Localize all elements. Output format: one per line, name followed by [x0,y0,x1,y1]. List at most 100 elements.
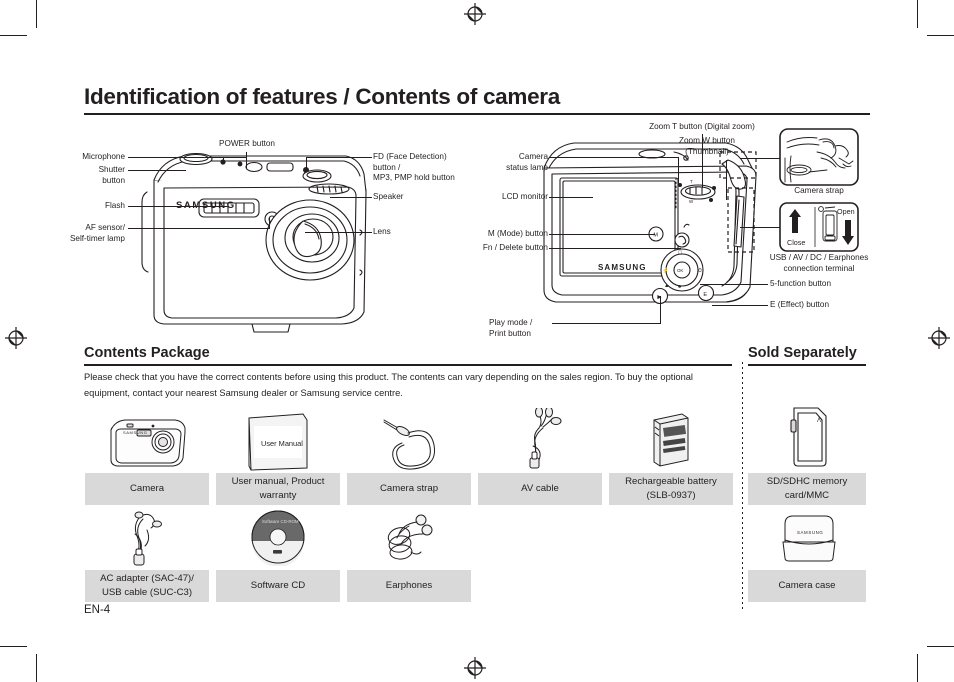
label-shutter-button: Shutter button [98,165,125,185]
picture-software-cd: Software CD-ROM [249,508,307,566]
svg-text:SAMSUNG: SAMSUNG [123,430,147,435]
crop-mark-bottom-right-h [927,646,954,648]
caption-rechargeable-battery: Rechargeable battery (SLB-0937) [609,473,733,505]
label-fn-delete-button: Fn / Delete button [482,243,548,252]
leader-fd-button [306,157,372,158]
picture-camera-case: SAMSUNG [779,512,839,564]
camera-case-icon: SAMSUNG [782,515,836,562]
sold-separately-underline [748,364,866,366]
picture-rechargeable-battery [648,410,692,472]
svg-text:⚡: ⚡ [662,267,669,274]
crop-mark-top-left-v [36,0,38,28]
leader-effect [712,305,768,306]
label-af-sensor: AF sensor/ Self-timer lamp [69,223,125,243]
label-power-button: POWER button [219,139,275,148]
page-title: Identification of features / Contents of… [84,84,560,109]
caption-software-cd: Software CD [216,570,340,602]
svg-text:Open: Open [837,207,855,216]
leader-lcd-monitor [549,197,593,198]
manual-page: Identification of features / Contents of… [0,0,954,682]
crop-mark-bottom-right-v [917,654,919,682]
svg-text:⏱: ⏱ [698,268,702,274]
label-lens: Lens [373,227,391,236]
leader-inset-terminal [740,227,780,228]
picture-av-cable [513,408,569,472]
registration-mark-left [5,327,27,349]
svg-text:Λ: Λ [817,418,821,424]
page-number: EN-4 [84,604,111,616]
caption-camera-case: Camera case [748,570,866,602]
label-effect-button: E (Effect) button [770,300,830,309]
leader-camera-status-lamp-riser [678,157,679,185]
leader-flash [128,206,228,207]
svg-text:T: T [690,179,693,184]
leader-power-strut-v [223,157,224,163]
av-cable-icon [529,408,562,469]
crop-mark-top-left-h [0,35,27,37]
contents-package-underline [84,364,732,366]
label-flash: Flash [104,201,125,210]
label-zoom-t-button: Zoom T button (Digital zoom) [649,122,755,131]
leader-speaker [330,197,372,198]
svg-text:Close: Close [787,238,805,247]
earphones-icon [387,514,433,560]
camera-strap-illustration [779,128,859,186]
leader-inset-camera-strap [740,158,780,159]
label-5-function-button: 5-function button [770,279,831,288]
title-underline [84,113,870,116]
label-fd-button: FD (Face Detection) button / MP3, PMP ho… [373,152,455,183]
manual-icon: User Manual [248,413,308,471]
caption-ac-adapter: AC adapter (SAC-47)/ USB cable (SUC-C3) [85,570,209,602]
caption-av-cable: AV cable [478,473,602,505]
picture-earphones [383,508,435,568]
leader-af-sensor-riser [269,218,270,229]
label-play-mode-print-button: Play mode / Print button [489,318,533,338]
leader-5-function [700,284,768,285]
crop-mark-bottom-left-v [36,654,38,682]
leader-play-mode-print [552,323,660,324]
inset-camera-strap-caption: Camera strap [794,186,844,195]
caption-sd-card: SD/SDHC memory card/MMC [748,473,866,505]
leader-zoom-w [726,160,727,200]
column-divider [742,362,743,610]
label-camera-status-lamp: Camera status lamp [506,152,548,172]
leader-play-mode-riser [660,296,661,324]
leader-af-sensor [128,228,269,229]
svg-text:▲: ▲ [664,283,669,289]
svg-text:Software CD-ROM: Software CD-ROM [262,519,299,524]
sold-separately-heading: Sold Separately [748,345,857,361]
picture-camera-strap [378,408,440,472]
picture-ac-adapter [119,508,175,570]
cd-icon: Software CD-ROM [251,510,305,566]
connection-terminal-illustration: Close Open [779,202,859,252]
inset-connection-terminal-caption: USB / AV / DC / Earphones connection ter… [769,253,869,273]
label-lcd-monitor: LCD monitor [502,192,548,201]
sd-card-icon: Λ [790,407,827,467]
caption-camera-strap: Camera strap [347,473,471,505]
strap-icon [383,419,436,470]
inset-connection-terminal: Close Open [779,202,859,252]
leader-fd-button-riser [306,157,307,171]
picture-sd-card: Λ [784,404,832,470]
picture-user-manual: User Manual [241,410,313,474]
svg-text:OK: OK [677,268,683,273]
contents-intro-text: Please check that you have the correct c… [84,372,693,398]
label-zoom-w-button: Zoom W button (Thumbnail) [679,136,735,156]
leader-power-strut [223,157,247,158]
svg-text:E: E [703,292,707,298]
usb-cable-icon [133,511,162,566]
label-mode-button: M (Mode) button [487,229,548,238]
battery-icon [653,413,689,467]
caption-camera: Camera [85,473,209,505]
registration-mark-right [928,327,950,349]
registration-mark-bottom [464,657,486,679]
leader-mode-button [549,234,655,235]
leader-fn-delete-button [549,248,681,249]
caption-earphones: Earphones [347,570,471,602]
inset-camera-strap [779,128,859,186]
registration-mark-top [464,3,486,25]
svg-text:SAMSUNG: SAMSUNG [598,263,647,272]
leader-power-button [246,152,247,168]
label-microphone: Microphone [82,152,125,161]
crop-mark-top-right-v [917,0,919,28]
